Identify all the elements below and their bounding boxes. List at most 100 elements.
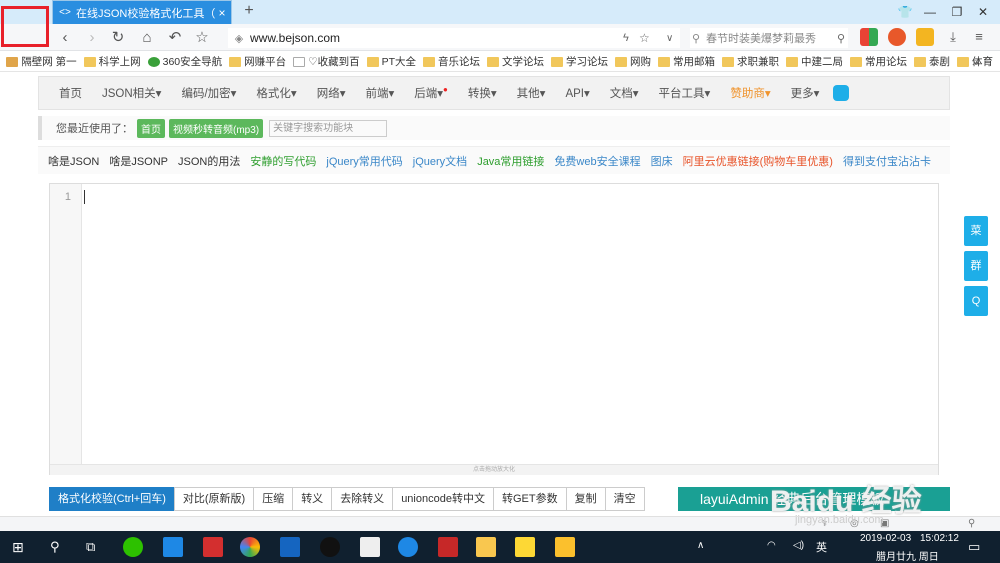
pdf-icon[interactable] xyxy=(438,537,458,557)
tray-expand-icon[interactable]: ∧ xyxy=(697,540,704,551)
star-icon[interactable]: ☆ xyxy=(639,31,650,45)
quick-link[interactable]: 安静的写代码 xyxy=(250,153,316,169)
favorite-star-button[interactable]: ☆ xyxy=(192,28,212,48)
menu-item[interactable]: 其他▾ xyxy=(507,85,556,101)
menu-item[interactable]: JSON相关▾ xyxy=(92,85,171,101)
search-icon[interactable]: ⚲ xyxy=(50,539,60,555)
quick-link[interactable]: 免费web安全课程 xyxy=(554,153,640,169)
weibo-icon[interactable] xyxy=(888,28,906,46)
bookmark-item[interactable]: 网赚平台 xyxy=(229,54,286,69)
notification-icon[interactable]: ▭ xyxy=(968,539,980,555)
side-group-button[interactable]: 群 xyxy=(964,251,988,281)
menu-item[interactable]: API▾ xyxy=(555,86,599,100)
apps-icon[interactable] xyxy=(860,28,878,46)
input-language[interactable]: 英 xyxy=(816,539,827,555)
app-icon[interactable] xyxy=(163,537,183,557)
bookmark-item[interactable]: 文学论坛 xyxy=(487,54,544,69)
search-go-icon[interactable]: ⚲ xyxy=(837,32,845,45)
unescape-button[interactable]: 去除转义 xyxy=(331,487,394,511)
windows-start-icon[interactable]: ⊞ xyxy=(12,539,24,556)
tab-close-button[interactable]: × xyxy=(216,6,228,20)
wifi-icon[interactable]: ◠ xyxy=(767,540,776,551)
undo-close-button[interactable]: ↶ xyxy=(165,28,185,48)
back-button[interactable]: ‹ xyxy=(55,28,75,48)
folder-icon[interactable] xyxy=(476,537,496,557)
bookmark-item[interactable]: 常用论坛 xyxy=(850,54,907,69)
recent-item[interactable]: 视频秒转音频(mp3) xyxy=(169,118,264,138)
recent-item[interactable]: 首页 xyxy=(137,118,165,138)
bookmark-item[interactable]: 音乐论坛 xyxy=(423,54,480,69)
quick-link[interactable]: JSON的用法 xyxy=(178,153,240,169)
it-app-icon[interactable] xyxy=(203,537,223,557)
bookmark-item[interactable]: PT大全 xyxy=(366,54,416,69)
format-validate-button[interactable]: 格式化校验(Ctrl+回车) xyxy=(49,487,175,511)
json-editor[interactable]: 1 点击拖动放大化 xyxy=(49,183,939,475)
menu-item[interactable]: 格式化▾ xyxy=(246,85,306,101)
chat-icon[interactable] xyxy=(833,85,850,101)
new-tab-button[interactable]: + xyxy=(240,2,258,20)
compare-button[interactable]: 对比(原新版) xyxy=(173,487,255,511)
task-view-icon[interactable]: ⧉ xyxy=(86,539,95,555)
bookmark-item[interactable]: 泰剧 xyxy=(914,54,950,69)
minimize-button[interactable]: — xyxy=(920,3,940,21)
menu-item-sponsor[interactable]: 赞助商▾ xyxy=(720,85,780,101)
notes-icon[interactable] xyxy=(515,537,535,557)
forward-button[interactable]: › xyxy=(82,28,102,48)
menu-item[interactable]: 转换▾ xyxy=(458,85,507,101)
bookmark-item[interactable]: ♡收藏到百 xyxy=(293,54,360,69)
bookmark-item[interactable]: 科学上网 xyxy=(83,54,141,69)
menu-item[interactable]: 前端▾ xyxy=(355,85,404,101)
quick-link[interactable]: Java常用链接 xyxy=(477,153,544,169)
quick-link[interactable]: 啥是JSONP xyxy=(109,153,168,169)
chevron-down-icon[interactable]: ∨ xyxy=(666,33,673,44)
keyword-search-input[interactable]: 关键字搜索功能块 xyxy=(269,119,388,137)
app-icon[interactable] xyxy=(555,537,575,557)
menu-item[interactable]: 编码/加密▾ xyxy=(171,85,246,101)
ie-icon[interactable] xyxy=(398,537,418,557)
side-qq-button[interactable]: Q xyxy=(964,286,988,316)
menu-item[interactable]: 网络▾ xyxy=(307,85,356,101)
browser-icon[interactable] xyxy=(240,537,260,557)
menu-icon[interactable]: ≡ xyxy=(970,28,988,46)
unicode-to-chinese-button[interactable]: unioncode转中文 xyxy=(392,487,494,511)
close-window-button[interactable]: ✕ xyxy=(973,3,993,21)
side-menu-button[interactable]: 菜 xyxy=(964,216,988,246)
menu-item[interactable]: 文档▾ xyxy=(600,85,649,101)
bookmark-item[interactable]: 常用邮箱 xyxy=(658,54,715,69)
menu-item[interactable]: 平台工具▾ xyxy=(649,85,721,101)
zoom-icon[interactable]: ⚲ xyxy=(968,518,975,529)
clear-button[interactable]: 清空 xyxy=(604,487,645,511)
fox-icon[interactable] xyxy=(360,537,380,557)
download-icon[interactable]: ⤓ xyxy=(944,28,962,46)
quick-link[interactable]: 得到支付宝沾沾卡 xyxy=(843,153,931,169)
search-box[interactable]: ⚲ 春节时装美爆梦莉最秀 ⚲ xyxy=(690,28,848,48)
wechat-icon[interactable] xyxy=(123,537,143,557)
quick-link[interactable]: 啥是JSON xyxy=(48,153,99,169)
escape-button[interactable]: 转义 xyxy=(292,487,333,511)
baidu-app-icon[interactable] xyxy=(280,537,300,557)
bookmark-item[interactable]: 学习论坛 xyxy=(551,54,608,69)
bookmark-item[interactable]: 360安全导航 xyxy=(147,54,222,69)
home-button[interactable]: ⌂ xyxy=(137,28,157,48)
menu-item[interactable]: 后端▾● xyxy=(404,85,458,101)
menu-item[interactable]: 首页 xyxy=(49,85,92,101)
quick-link[interactable]: 阿里云优惠链接(购物车里优惠) xyxy=(683,153,833,169)
resize-handle[interactable]: 点击拖动放大化 xyxy=(50,464,938,475)
menu-item[interactable]: 更多▾ xyxy=(781,85,830,101)
volume-icon[interactable]: ◁) xyxy=(793,540,804,551)
to-get-params-button[interactable]: 转GET参数 xyxy=(492,487,567,511)
browser-tab[interactable]: <> 在线JSON校验格式化工具（Be × xyxy=(52,0,232,24)
quick-link[interactable]: jQuery文档 xyxy=(413,153,467,169)
quick-link[interactable]: 图床 xyxy=(651,153,673,169)
reload-button[interactable]: ↻ xyxy=(108,28,128,48)
bookmarks-more-button[interactable]: » xyxy=(972,55,979,69)
lightning-icon[interactable]: ϟ xyxy=(623,32,629,44)
bookmark-item[interactable]: 求职兼职 xyxy=(722,54,779,69)
game-icon[interactable] xyxy=(916,28,934,46)
bookmark-item[interactable]: 中建二局 xyxy=(786,54,843,69)
quick-link[interactable]: jQuery常用代码 xyxy=(326,153,402,169)
shirt-icon[interactable]: 👕 xyxy=(895,3,915,21)
address-bar[interactable]: ◈ www.bejson.com ϟ ☆ ∨ xyxy=(228,28,680,48)
bookmark-item[interactable]: 网购 xyxy=(615,54,651,69)
qq-icon[interactable] xyxy=(320,537,340,557)
